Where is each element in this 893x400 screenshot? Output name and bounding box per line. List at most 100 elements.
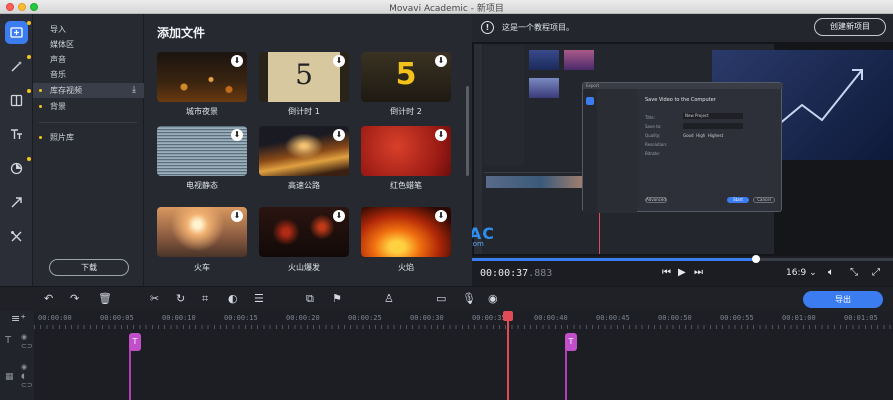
download-icon[interactable]: ⬇ xyxy=(333,210,345,222)
title-clip[interactable]: T xyxy=(565,333,577,351)
visibility-icon[interactable]: ◉ xyxy=(21,333,27,341)
category-label: 照片库 xyxy=(50,133,74,142)
tools-icon[interactable] xyxy=(5,225,28,248)
create-new-project-button[interactable]: 创建新项目 xyxy=(814,18,886,36)
stabilize-icon[interactable]: ♙ xyxy=(384,292,394,305)
timeline: ≡⁺ 00:00:00 00:00:05 00:00:10 00:00:15 00:00… xyxy=(0,311,893,400)
previous-frame-icon[interactable]: ⏮ xyxy=(662,267,671,278)
new-badge xyxy=(39,105,42,108)
download-icon[interactable]: ⤓ xyxy=(132,83,136,98)
microphone-icon[interactable]: 🎙︎ xyxy=(462,292,476,305)
video-track-icon: ▦ xyxy=(5,372,14,382)
thumbnail-label: 电视静态 xyxy=(186,181,218,190)
download-icon[interactable]: ⬇ xyxy=(333,55,345,67)
files-scrollbar[interactable] xyxy=(466,86,469,176)
title-clip[interactable]: T xyxy=(129,333,141,351)
video-frame-thumb xyxy=(564,50,594,70)
volume-icon[interactable]: ◖ xyxy=(21,372,25,380)
tutorial-notice: ! 这是一个教程项目。 创建新项目 xyxy=(472,14,893,42)
transitions-icon[interactable] xyxy=(5,89,31,112)
stock-video-thumbnail[interactable]: ⬇ xyxy=(157,52,247,102)
stock-video-thumbnail[interactable]: ⬇ xyxy=(361,207,451,257)
clip-properties-icon[interactable]: ☰ xyxy=(254,292,264,305)
quality-option: Good xyxy=(683,133,694,138)
stock-video-thumbnail[interactable]: ⬇ xyxy=(259,126,349,176)
divider xyxy=(39,122,137,123)
dialog-quality-options: Good High Highest xyxy=(683,133,723,138)
import-icon[interactable] xyxy=(5,21,31,44)
category-label: 音乐 xyxy=(50,70,66,79)
video-frame-clips xyxy=(486,176,596,188)
tool-strip xyxy=(0,14,33,286)
fit-screen-icon[interactable]: ⤡ xyxy=(850,267,858,278)
video-frame-thumb xyxy=(529,50,559,70)
visibility-icon[interactable]: ◉ xyxy=(21,363,27,371)
stock-video-thumbnail[interactable]: ⬇ xyxy=(361,126,451,176)
marker-flag-icon[interactable]: ⚑ xyxy=(332,292,342,305)
category-sounds[interactable]: 声音 xyxy=(33,52,144,67)
stock-video-thumbnail[interactable]: 5 ⬇ xyxy=(361,52,451,102)
category-photo-library[interactable]: 照片库 xyxy=(33,130,144,145)
ruler-tick-label: 00:00:05 xyxy=(100,314,134,322)
playhead[interactable] xyxy=(503,311,513,400)
thumbnail-label: 火焰 xyxy=(398,263,414,272)
watermark-url: www.52mac.com xyxy=(472,240,484,248)
fullscreen-icon[interactable]: ⤢ xyxy=(872,267,880,278)
ruler-tick-label: 00:00:45 xyxy=(596,314,630,322)
webcam-icon[interactable]: ◉ xyxy=(488,292,498,305)
category-backgrounds[interactable]: 背景 xyxy=(33,99,144,114)
download-icon[interactable]: ⬇ xyxy=(435,55,447,67)
category-panel: 导入 媒体区 声音 音乐 库存视频 ⤓ 背景 照片库 下载 xyxy=(33,14,144,286)
link-icon[interactable]: ⊂⊃ xyxy=(21,342,33,350)
download-icon[interactable]: ⬇ xyxy=(231,55,243,67)
download-icon[interactable]: ⬇ xyxy=(435,210,447,222)
playhead-handle[interactable] xyxy=(503,311,513,321)
timeline-ruler[interactable]: 00:00:00 00:00:05 00:00:10 00:00:15 00:00:20… xyxy=(34,311,893,329)
rotate-icon[interactable]: ↻ xyxy=(176,292,185,305)
category-stock-video[interactable]: 库存视频 ⤓ xyxy=(33,83,144,98)
screen-record-icon[interactable]: ▭ xyxy=(436,292,446,305)
ruler-tick-label: 00:00:50 xyxy=(658,314,692,322)
cut-icon[interactable]: ✂ xyxy=(150,292,159,305)
category-media-bin[interactable]: 媒体区 xyxy=(33,37,144,52)
thumbnail-label: 火车 xyxy=(194,263,210,272)
download-icon[interactable]: ⬇ xyxy=(231,210,243,222)
track-area[interactable] xyxy=(34,329,893,400)
link-icon[interactable]: ⊂⊃ xyxy=(21,381,33,389)
add-track-icon[interactable]: ≡⁺ xyxy=(0,311,34,329)
titles-icon[interactable] xyxy=(5,123,28,146)
dialog-list xyxy=(597,89,637,213)
delete-icon[interactable]: 🗑︎ xyxy=(98,292,112,305)
download-icon[interactable]: ⬇ xyxy=(333,129,345,141)
stock-video-thumbnail[interactable]: 5 ⬇ xyxy=(259,52,349,102)
next-frame-icon[interactable]: ⏭ xyxy=(694,267,703,278)
ruler-tick-label: 00:00:00 xyxy=(38,314,72,322)
download-button[interactable]: 下载 xyxy=(49,259,129,276)
color-adjust-icon[interactable]: ◐ xyxy=(228,292,238,305)
volume-icon[interactable]: 🔈︎ xyxy=(828,267,834,278)
stock-video-thumbnail[interactable]: ⬇ xyxy=(157,207,247,257)
transition-wizard-icon[interactable]: ⧉ xyxy=(306,292,314,306)
play-icon[interactable]: ▶ xyxy=(678,267,686,278)
download-icon[interactable]: ⬇ xyxy=(231,129,243,141)
stock-video-thumbnail[interactable]: ⬇ xyxy=(259,207,349,257)
dialog-cancel-button: Cancel xyxy=(753,197,775,203)
category-music[interactable]: 音乐 xyxy=(33,67,144,82)
dialog-title: Save Video to the Computer xyxy=(645,97,716,103)
aspect-ratio-value: 16:9 xyxy=(786,268,807,278)
dialog-field-label: Title: xyxy=(645,115,655,120)
stock-video-thumbnail[interactable]: ⬇ xyxy=(157,126,247,176)
stickers-icon[interactable] xyxy=(5,157,31,180)
category-import[interactable]: 导入 xyxy=(33,22,144,37)
preview-progress-bar[interactable] xyxy=(472,255,893,263)
aspect-ratio-select[interactable]: 16:9 ⌄ xyxy=(786,268,817,278)
redo-icon[interactable]: ↷ xyxy=(70,292,79,305)
download-icon[interactable]: ⬇ xyxy=(435,129,447,141)
video-preview[interactable]: Export Save Video to the Computer Title:… xyxy=(472,42,893,256)
magic-wand-icon[interactable] xyxy=(5,55,31,78)
progress-knob[interactable] xyxy=(752,255,761,263)
undo-icon[interactable]: ↶ xyxy=(44,292,53,305)
export-button[interactable]: 导出 xyxy=(803,291,883,308)
callouts-icon[interactable] xyxy=(5,191,28,214)
crop-icon[interactable]: ⌗ xyxy=(202,292,208,306)
